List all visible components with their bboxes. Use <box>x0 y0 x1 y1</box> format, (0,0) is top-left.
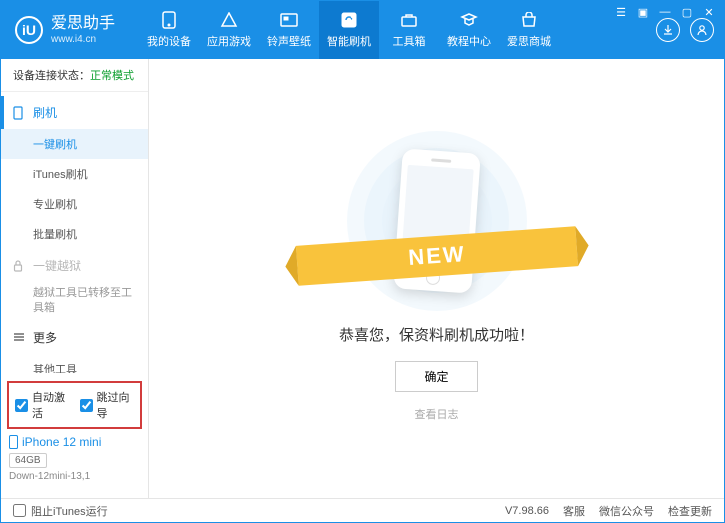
skin-icon[interactable]: ▣ <box>636 5 650 19</box>
wallpaper-icon <box>279 11 299 29</box>
sidebar-item-other-tools[interactable]: 其他工具 <box>1 354 148 373</box>
device-storage: 64GB <box>9 453 47 468</box>
footer: 阻止iTunes运行 V7.98.66 客服 微信公众号 检查更新 <box>1 498 724 522</box>
close-icon[interactable]: ✕ <box>702 5 716 19</box>
phone-icon <box>9 435 18 449</box>
lock-icon <box>13 260 27 272</box>
app-window: ☰ ▣ — ▢ ✕ iU 爱思助手 www.i4.cn 我的设备 应用游戏 铃声 <box>0 0 725 523</box>
app-title: 爱思助手 <box>51 14 115 33</box>
view-log-link[interactable]: 查看日志 <box>415 406 459 422</box>
jailbreak-note: 越狱工具已转移至工具箱 <box>1 282 148 321</box>
device-name[interactable]: iPhone 12 mini <box>9 435 140 449</box>
sidebar-group-flash[interactable]: 刷机 <box>1 96 148 129</box>
flash-icon <box>339 11 359 29</box>
sidebar-item-batch-flash[interactable]: 批量刷机 <box>1 219 148 249</box>
sidebar-group-more[interactable]: 更多 <box>1 321 148 354</box>
device-name-text: iPhone 12 mini <box>22 435 101 449</box>
block-itunes-input[interactable] <box>13 504 26 517</box>
main-content: NEW 恭喜您，保资料刷机成功啦！ 确定 查看日志 <box>149 59 724 498</box>
logo: iU 爱思助手 www.i4.cn <box>15 14 115 45</box>
store-icon <box>519 11 539 29</box>
sidebar-item-oneclick-flash[interactable]: 一键刷机 <box>1 129 148 159</box>
sidebar-item-itunes-flash[interactable]: iTunes刷机 <box>1 159 148 189</box>
nav-label: 爱思商城 <box>507 33 551 49</box>
checkbox-auto-activate[interactable]: 自动激活 <box>15 389 70 421</box>
sidebar: 设备连接状态：正常模式 刷机 一键刷机 iTunes刷机 专业刷机 批量刷机 一… <box>1 59 149 498</box>
status-value: 正常模式 <box>90 70 134 82</box>
group-label: 更多 <box>33 329 57 346</box>
download-button[interactable] <box>656 18 680 42</box>
nav-label: 我的设备 <box>147 33 191 49</box>
nav-flash[interactable]: 智能刷机 <box>319 1 379 59</box>
skip-guide-input[interactable] <box>80 399 93 412</box>
nav-apps[interactable]: 应用游戏 <box>199 1 259 59</box>
toolbox-icon <box>399 11 419 29</box>
checkbox-label: 自动激活 <box>32 389 70 421</box>
sidebar-item-pro-flash[interactable]: 专业刷机 <box>1 189 148 219</box>
auto-activate-input[interactable] <box>15 399 28 412</box>
phone-icon <box>13 106 27 120</box>
device-profile: Down-12mini-13,1 <box>9 471 140 482</box>
nav-ringtones[interactable]: 铃声壁纸 <box>259 1 319 59</box>
customer-service-link[interactable]: 客服 <box>563 503 585 519</box>
checkbox-skip-guide[interactable]: 跳过向导 <box>80 389 135 421</box>
user-button[interactable] <box>690 18 714 42</box>
logo-icon: iU <box>15 16 43 44</box>
apps-icon <box>219 11 239 29</box>
sidebar-group-jailbreak: 一键越狱 <box>1 249 148 282</box>
nav-toolbox[interactable]: 工具箱 <box>379 1 439 59</box>
nav-store[interactable]: 爱思商城 <box>499 1 559 59</box>
minimize-icon[interactable]: — <box>658 5 672 19</box>
tutorial-icon <box>459 11 479 29</box>
nav-tutorials[interactable]: 教程中心 <box>439 1 499 59</box>
nav-label: 智能刷机 <box>327 33 371 49</box>
status-label: 设备连接状态： <box>13 70 90 82</box>
wechat-link[interactable]: 微信公众号 <box>599 503 654 519</box>
phone-icon <box>159 11 179 29</box>
success-message: 恭喜您，保资料刷机成功啦！ <box>339 324 534 345</box>
group-label: 一键越狱 <box>33 257 81 274</box>
maximize-icon[interactable]: ▢ <box>680 5 694 19</box>
nav-label: 应用游戏 <box>207 33 251 49</box>
check-update-link[interactable]: 检查更新 <box>668 503 712 519</box>
success-illustration: NEW <box>337 136 537 306</box>
block-itunes-checkbox[interactable]: 阻止iTunes运行 <box>13 503 108 519</box>
menu-icon[interactable]: ☰ <box>614 5 628 19</box>
connection-status: 设备连接状态：正常模式 <box>1 59 148 92</box>
checkbox-label: 阻止iTunes运行 <box>31 503 108 519</box>
main-nav: 我的设备 应用游戏 铃声壁纸 智能刷机 工具箱 教程中心 <box>139 1 559 59</box>
app-url: www.i4.cn <box>51 34 115 46</box>
checkbox-label: 跳过向导 <box>97 389 135 421</box>
version-label: V7.98.66 <box>505 505 549 517</box>
nav-label: 铃声壁纸 <box>267 33 311 49</box>
list-icon <box>13 332 27 342</box>
ok-button[interactable]: 确定 <box>395 361 477 392</box>
group-label: 刷机 <box>33 104 57 121</box>
nav-label: 教程中心 <box>447 33 491 49</box>
options-highlight: 自动激活 跳过向导 <box>7 381 142 429</box>
device-info: iPhone 12 mini 64GB Down-12mini-13,1 <box>7 429 142 488</box>
nav-my-device[interactable]: 我的设备 <box>139 1 199 59</box>
nav-label: 工具箱 <box>393 33 426 49</box>
window-controls: ☰ ▣ — ▢ ✕ <box>614 5 716 19</box>
